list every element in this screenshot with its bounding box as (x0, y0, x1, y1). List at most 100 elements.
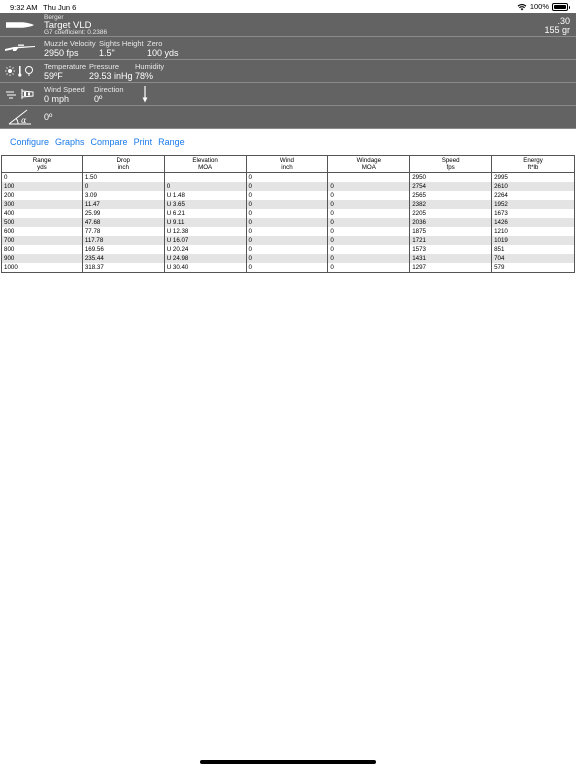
wind-direction-value: 0º (94, 94, 103, 104)
table-row: 300 11.47 U 3.65 0 0 2382 1952 (1, 200, 575, 209)
status-time: 9:32 AM (10, 3, 38, 12)
muzzle-velocity-value: 2950 fps (44, 48, 79, 58)
humidity-value: 78% (135, 71, 154, 81)
drop-cell: 318.37 (81, 263, 165, 273)
table-row: 400 25.99 U 6.21 0 0 2205 1673 (1, 209, 575, 218)
table-row: 200 3.09 U 1.48 0 0 2565 2264 (1, 191, 575, 200)
windage-cell: 0 (327, 227, 411, 236)
angle-panel[interactable]: α 0º (0, 106, 576, 129)
elevation-cell (163, 172, 247, 182)
wind-cell: 0 (245, 227, 329, 236)
energy-cell: 1019 (491, 236, 575, 245)
windage-cell: 0 (327, 200, 411, 209)
speed-cell: 2205 (409, 209, 493, 218)
atmosphere-panel[interactable]: Temperature Pressure Humidity 59ºF 29.53… (0, 60, 576, 83)
energy-header: Energy ft*lb (491, 155, 575, 173)
speed-cell: 1875 (409, 227, 493, 236)
wind-cell: 0 (245, 218, 329, 227)
elevation-cell: U 20.24 (163, 245, 247, 254)
range-cell: 1000 (1, 263, 83, 273)
elevation-cell: 0 (163, 182, 247, 191)
windage-cell: 0 (327, 191, 411, 200)
range-link[interactable]: Range (158, 137, 185, 147)
graphs-link[interactable]: Graphs (55, 137, 85, 147)
wind-cell: 0 (245, 236, 329, 245)
bullet-panel[interactable]: Berger Target VLD G7 coefficient: 0.2386… (0, 13, 576, 37)
status-right: 100% (517, 2, 570, 11)
battery-percent: 100% (529, 2, 549, 11)
home-indicator[interactable] (200, 760, 376, 764)
zero-label: Zero (147, 39, 163, 48)
range-cell: 600 (1, 227, 83, 236)
table-header-row: Range yds Drop inch Elevation MOA Wind inch … (1, 155, 575, 173)
temperature-value: 59ºF (44, 71, 63, 81)
speed-cell: 2382 (409, 200, 493, 209)
wind-cell: 0 (245, 245, 329, 254)
wind-cell: 0 (245, 254, 329, 263)
range-cell: 300 (1, 200, 83, 209)
windage-cell: 0 (327, 254, 411, 263)
wind-panel[interactable]: Wind Speed Direction 0 mph 0º (0, 83, 576, 106)
energy-cell: 2995 (491, 172, 575, 182)
rifle-panel[interactable]: Muzzle Velocity Sights Height Zero 2950 … (0, 37, 576, 60)
speed-cell: 1721 (409, 236, 493, 245)
speed-cell: 2754 (409, 182, 493, 191)
drop-cell: 117.78 (81, 236, 165, 245)
range-cell: 400 (1, 209, 83, 218)
energy-cell: 1210 (491, 227, 575, 236)
drop-cell: 235.44 (81, 254, 165, 263)
elevation-header: Elevation MOA (163, 155, 247, 173)
temperature-label: Temperature (44, 62, 87, 71)
drop-cell: 77.78 (81, 227, 165, 236)
table-row: 1000 318.37 U 30.40 0 0 1297 579 (1, 263, 575, 273)
shooting-angle-icon: α (0, 106, 40, 128)
wind-speed-label: Wind Speed (44, 85, 85, 94)
table-row: 0 1.50 0 2950 2995 (1, 172, 575, 182)
energy-cell: 2264 (491, 191, 575, 200)
rifle-icon (0, 37, 40, 59)
battery-icon (552, 2, 570, 11)
wind-header: Wind inch (245, 155, 329, 173)
windage-cell: 0 (327, 245, 411, 254)
energy-cell: 851 (491, 245, 575, 254)
action-links: Configure Graphs Compare Print Range (10, 137, 185, 147)
bullet-coefficient: G7 coefficient: 0.2386 (44, 29, 108, 36)
elevation-cell: U 3.65 (163, 200, 247, 209)
svg-text:α: α (21, 116, 27, 125)
wind-cell: 0 (245, 172, 329, 182)
compare-link[interactable]: Compare (91, 137, 128, 147)
energy-cell: 2610 (491, 182, 575, 191)
windage-header: Windage MOA (327, 155, 411, 173)
drop-cell: 25.99 (81, 209, 165, 218)
muzzle-velocity-label: Muzzle Velocity (44, 39, 96, 48)
elevation-cell: U 12.38 (163, 227, 247, 236)
configure-link[interactable]: Configure (10, 137, 49, 147)
wind-direction-arrow-icon (142, 86, 148, 103)
drop-cell: 47.68 (81, 218, 165, 227)
wind-cell: 0 (245, 200, 329, 209)
energy-cell: 704 (491, 254, 575, 263)
humidity-label: Humidity (135, 62, 165, 71)
status-bar: 9:32 AM Thu Jun 6 100% (0, 0, 576, 13)
range-header: Range yds (1, 155, 83, 173)
energy-cell: 1426 (491, 218, 575, 227)
drop-cell: 11.47 (81, 200, 165, 209)
speed-cell: 2565 (409, 191, 493, 200)
pressure-label: Pressure (89, 62, 120, 71)
windage-cell: 0 (327, 218, 411, 227)
range-cell: 800 (1, 245, 83, 254)
range-cell: 900 (1, 254, 83, 263)
elevation-cell: U 6.21 (163, 209, 247, 218)
status-date: Thu Jun 6 (43, 3, 77, 12)
table-row: 500 47.68 U 9.11 0 0 2036 1426 (1, 218, 575, 227)
print-link[interactable]: Print (134, 137, 153, 147)
ballistics-table: Range yds Drop inch Elevation MOA Wind inch … (1, 155, 575, 273)
range-cell: 500 (1, 218, 83, 227)
table-row: 700 117.78 U 16.07 0 0 1721 1019 (1, 236, 575, 245)
weather-icon (0, 60, 40, 82)
table-row: 100 0 0 0 0 2754 2610 (1, 182, 575, 191)
bullet-weight: 155 gr (544, 25, 570, 35)
wind-speed-value: 0 mph (44, 94, 70, 104)
angle-value: 0º (44, 112, 53, 122)
energy-cell: 1673 (491, 209, 575, 218)
